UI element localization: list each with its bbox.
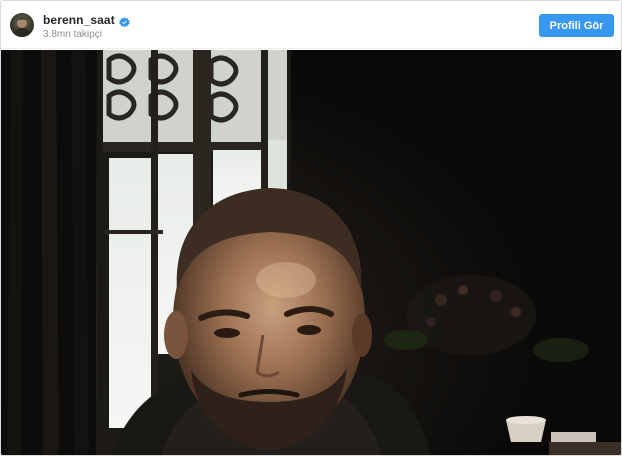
instagram-embed: berenn_saat 3.8mn takipçi Profili Gör xyxy=(0,0,622,456)
post-photo[interactable] xyxy=(1,50,621,455)
avatar[interactable] xyxy=(10,13,34,37)
username-link[interactable]: berenn_saat xyxy=(43,13,115,27)
verified-icon xyxy=(119,15,130,27)
post-header: berenn_saat 3.8mn takipçi Profili Gör xyxy=(1,1,621,49)
username-row: berenn_saat xyxy=(43,13,130,27)
view-profile-button[interactable]: Profili Gör xyxy=(539,14,614,37)
follower-count: 3.8mn takipçi xyxy=(43,29,102,40)
